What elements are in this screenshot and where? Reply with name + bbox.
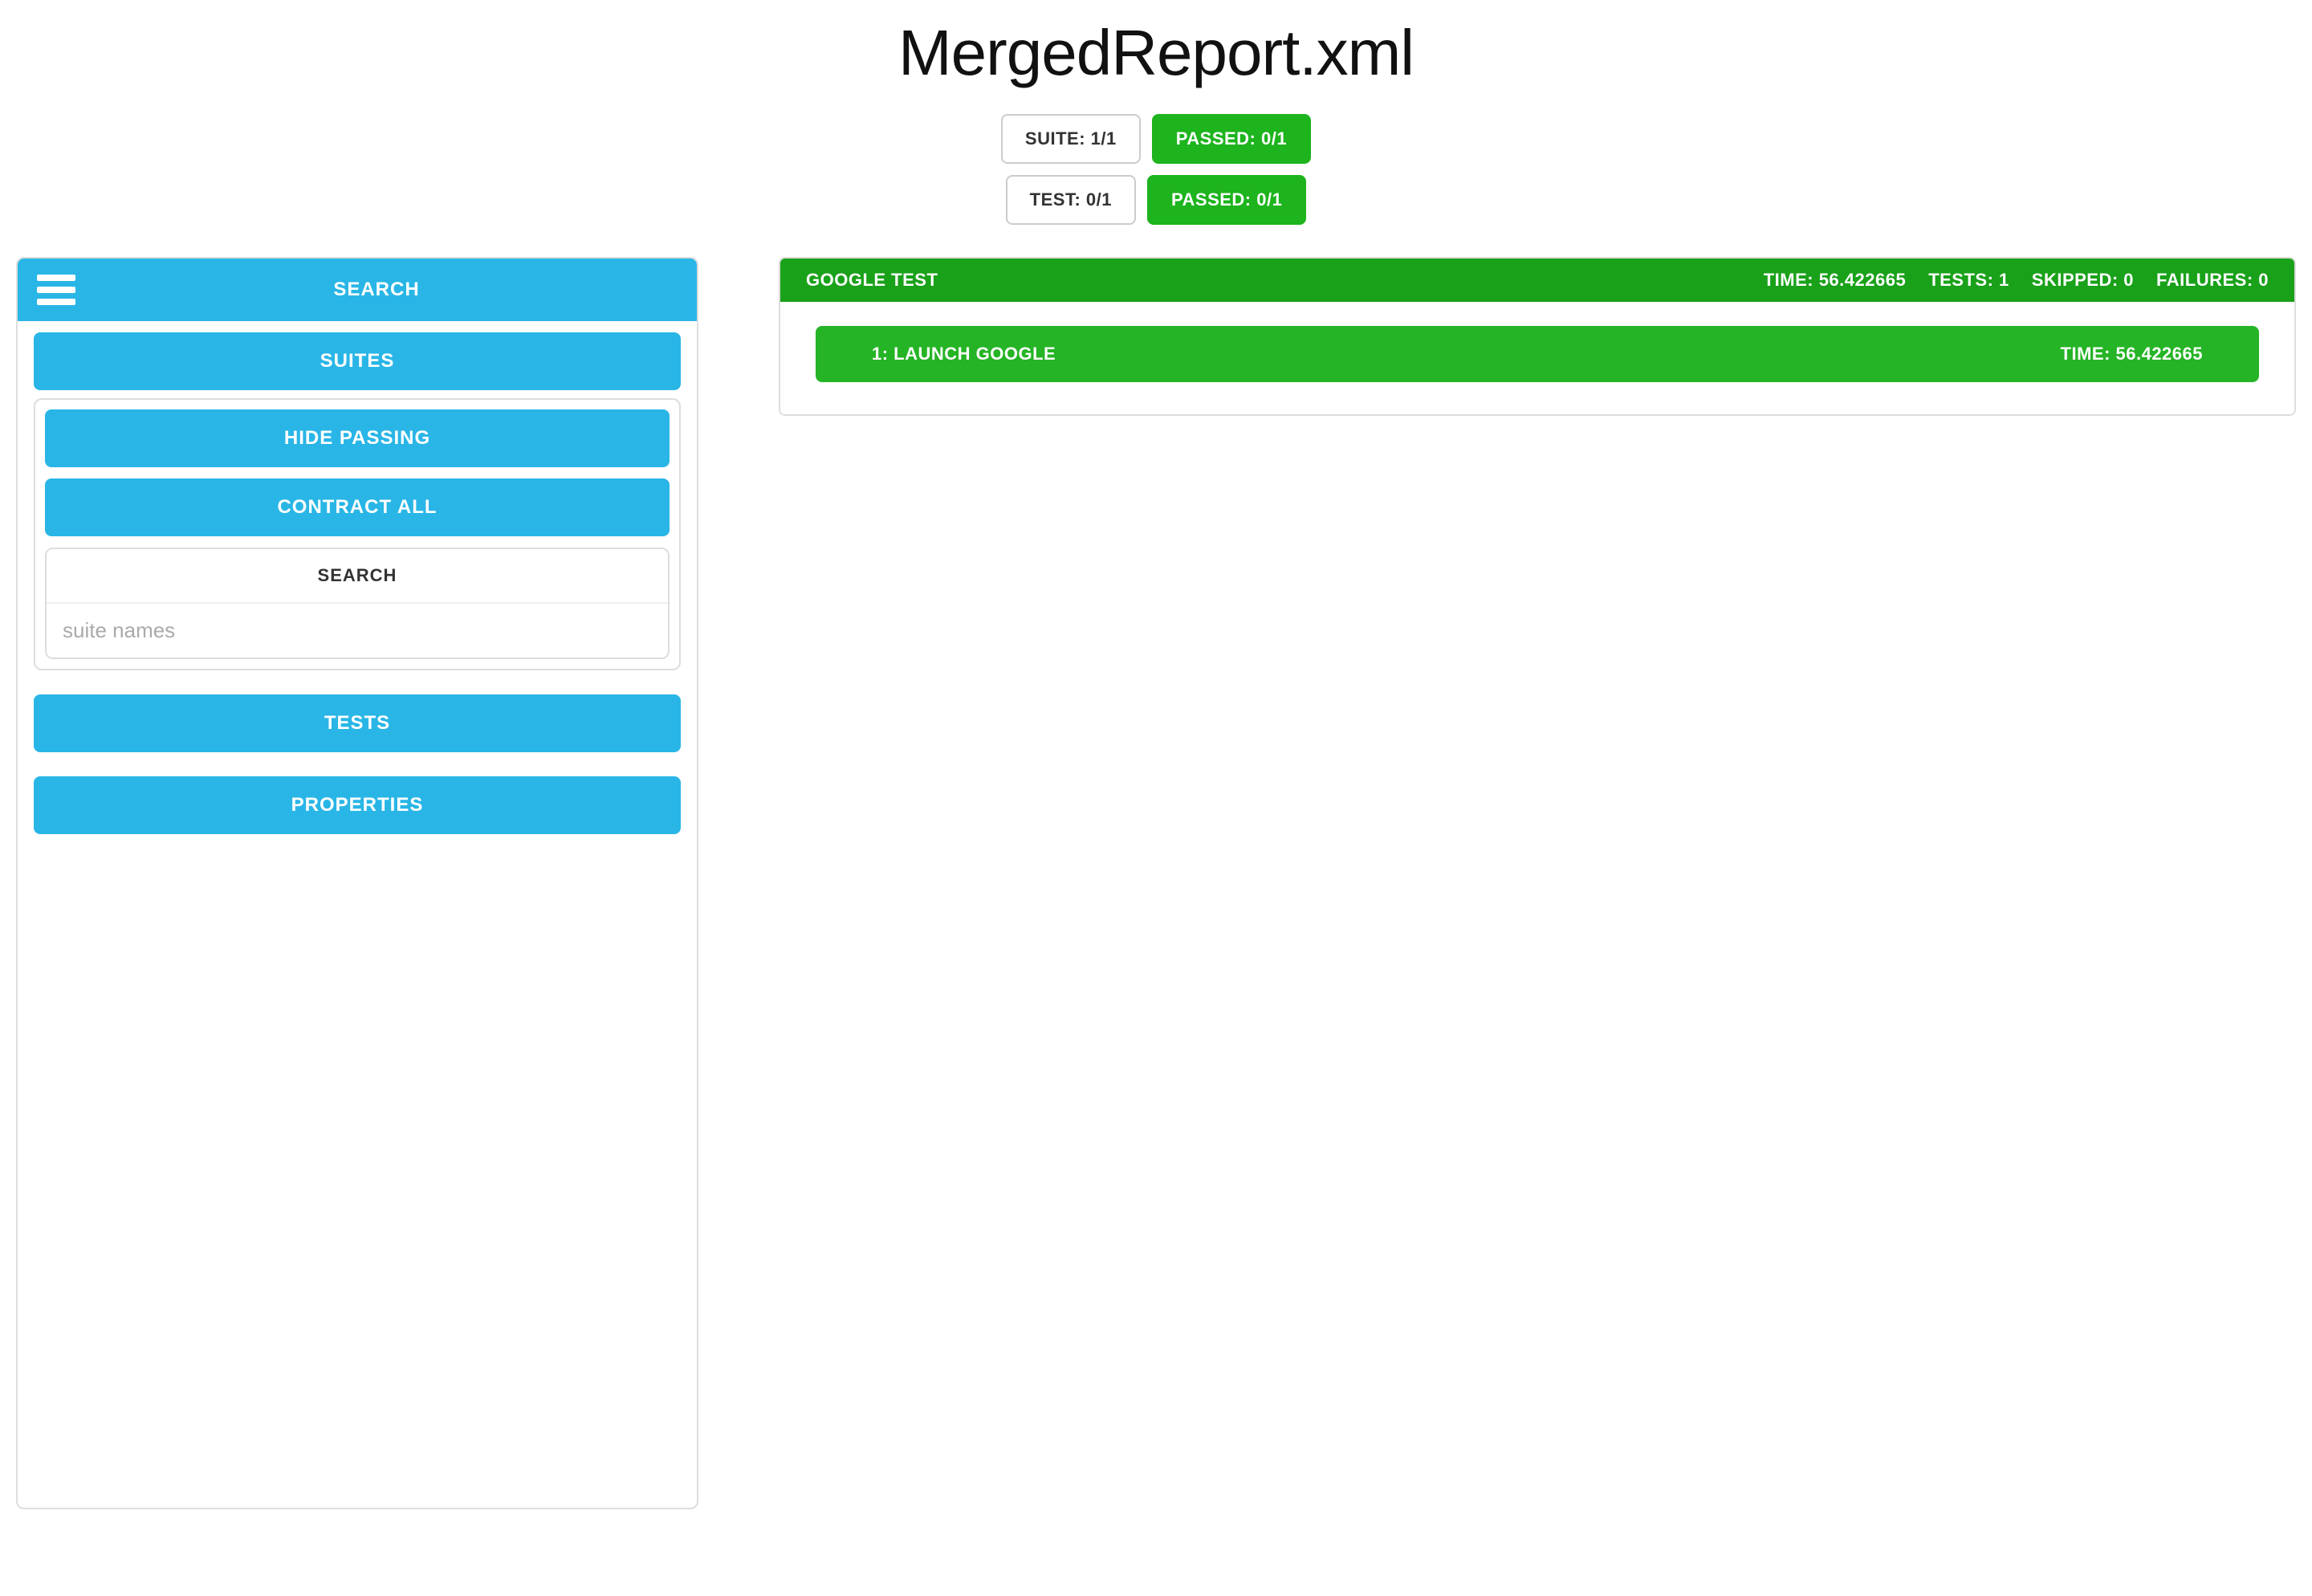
suites-panel: HIDE PASSING CONTRACT ALL SEARCH xyxy=(34,398,681,670)
test-count-pill[interactable]: TEST: 0/1 xyxy=(1006,175,1136,225)
suite-skipped: SKIPPED: 0 xyxy=(2032,270,2134,291)
test-label: 1: LAUNCH GOOGLE xyxy=(872,344,1056,364)
test-passed-pill[interactable]: PASSED: 0/1 xyxy=(1147,175,1306,225)
properties-button[interactable]: PROPERTIES xyxy=(34,776,681,834)
suite-name: GOOGLE TEST xyxy=(806,270,938,291)
summary-row-test: TEST: 0/1 PASSED: 0/1 xyxy=(1006,175,1307,225)
suite-card: GOOGLE TEST TIME: 56.422665 TESTS: 1 SKI… xyxy=(779,257,2296,416)
suite-passed-pill[interactable]: PASSED: 0/1 xyxy=(1152,114,1311,164)
hamburger-icon[interactable] xyxy=(37,275,75,305)
page-title: MergedReport.xml xyxy=(0,16,2312,90)
suite-body: 1: LAUNCH GOOGLE TIME: 56.422665 xyxy=(780,302,2294,414)
suite-tests: TESTS: 1 xyxy=(1928,270,2009,291)
contract-all-button[interactable]: CONTRACT ALL xyxy=(45,478,670,536)
sidebar-header[interactable]: SEARCH xyxy=(18,259,697,321)
suite-header[interactable]: GOOGLE TEST TIME: 56.422665 TESTS: 1 SKI… xyxy=(780,259,2294,302)
content-area: GOOGLE TEST TIME: 56.422665 TESTS: 1 SKI… xyxy=(779,257,2296,1509)
sidebar-header-label: SEARCH xyxy=(75,279,678,301)
search-block: SEARCH xyxy=(45,548,670,659)
suites-button[interactable]: SUITES xyxy=(34,332,681,390)
suite-search-input[interactable] xyxy=(47,604,668,658)
sidebar: SEARCH SUITES HIDE PASSING CONTRACT ALL … xyxy=(16,257,698,1509)
suite-time: TIME: 56.422665 xyxy=(1764,270,1906,291)
suite-failures: FAILURES: 0 xyxy=(2156,270,2269,291)
test-row[interactable]: 1: LAUNCH GOOGLE TIME: 56.422665 xyxy=(816,326,2259,382)
summary-row-suite: SUITE: 1/1 PASSED: 0/1 xyxy=(1001,114,1311,164)
hide-passing-button[interactable]: HIDE PASSING xyxy=(45,409,670,467)
suite-count-pill[interactable]: SUITE: 1/1 xyxy=(1001,114,1141,164)
tests-button[interactable]: TESTS xyxy=(34,694,681,752)
search-block-header: SEARCH xyxy=(47,549,668,604)
test-time: TIME: 56.422665 xyxy=(2061,344,2203,364)
suite-header-stats: TIME: 56.422665 TESTS: 1 SKIPPED: 0 FAIL… xyxy=(1764,270,2269,291)
suites-section: SUITES HIDE PASSING CONTRACT ALL SEARCH xyxy=(34,332,681,670)
summary-pills: SUITE: 1/1 PASSED: 0/1 TEST: 0/1 PASSED:… xyxy=(0,114,2312,225)
